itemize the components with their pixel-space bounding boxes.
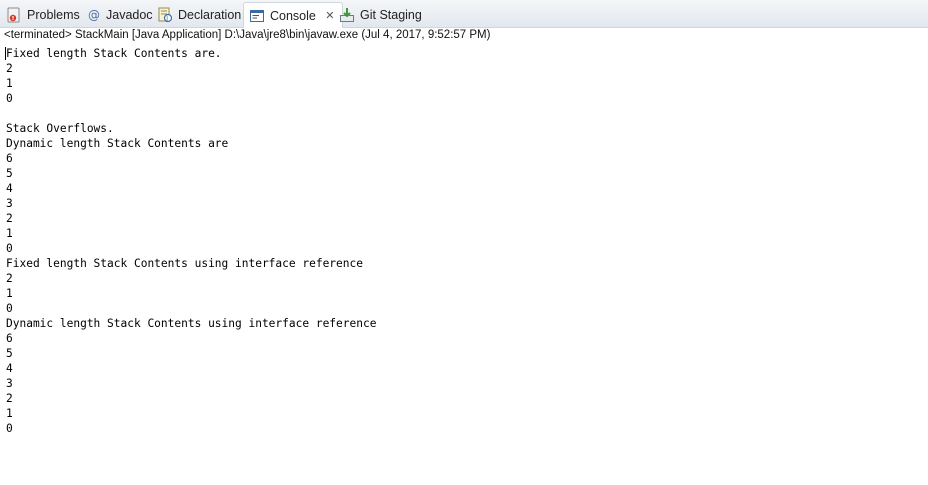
tab-git-staging[interactable]: Git Staging — [339, 3, 422, 27]
console-line: 2 — [6, 212, 13, 225]
console-line: 3 — [6, 377, 13, 390]
tab-label: Declaration — [178, 8, 242, 22]
tab-label: Problems — [27, 8, 80, 22]
console-line: 6 — [6, 332, 13, 345]
console-line: 5 — [6, 167, 13, 180]
tab-declaration[interactable]: J Declaration — [157, 3, 241, 27]
svg-text:@: @ — [88, 8, 100, 22]
console-line: 1 — [6, 77, 13, 90]
tab-javadoc[interactable]: @ Javadoc — [87, 3, 153, 27]
console-line: 3 — [6, 197, 13, 210]
console-line: 1 — [6, 407, 13, 420]
console-line: 0 — [6, 422, 13, 435]
console-line: 4 — [6, 362, 13, 375]
close-icon[interactable]: ✕ — [324, 9, 336, 22]
tab-label: Console — [270, 8, 316, 23]
console-line: 1 — [6, 287, 13, 300]
tab-problems[interactable]: Problems — [6, 3, 80, 27]
console-icon — [249, 8, 265, 24]
tab-label: Git Staging — [360, 8, 422, 22]
git-staging-icon — [339, 7, 355, 23]
console-output[interactable]: Fixed length Stack Contents are. 2 1 0 Stack… — [6, 46, 376, 436]
console-line: Dynamic length Stack Contents using inte… — [6, 317, 377, 330]
console-status: <terminated> StackMain [Java Application… — [4, 29, 491, 41]
tab-label: Javadoc — [106, 8, 153, 22]
console-line: Fixed length Stack Contents are. — [6, 47, 222, 60]
console-line: 5 — [6, 347, 13, 360]
console-line: 2 — [6, 272, 13, 285]
svg-text:J: J — [165, 15, 168, 22]
view-tab-bar: Problems @ Javadoc J Declaration Console… — [0, 0, 928, 28]
declaration-icon: J — [157, 7, 173, 23]
console-line: 6 — [6, 152, 13, 165]
console-line: Fixed length Stack Contents using interf… — [6, 257, 363, 270]
problems-icon — [6, 7, 22, 23]
console-line: 1 — [6, 227, 13, 240]
console-line: 2 — [6, 392, 13, 405]
console-line: Dynamic length Stack Contents are — [6, 137, 229, 150]
tab-console[interactable]: Console ✕ — [243, 2, 343, 28]
text-caret — [5, 47, 6, 60]
javadoc-icon: @ — [87, 7, 101, 23]
console-line: 0 — [6, 242, 13, 255]
console-line: 0 — [6, 302, 13, 315]
console-line: 0 — [6, 92, 13, 105]
console-line: 4 — [6, 182, 13, 195]
console-line: Stack Overflows. — [6, 122, 114, 135]
console-line: 2 — [6, 62, 13, 75]
